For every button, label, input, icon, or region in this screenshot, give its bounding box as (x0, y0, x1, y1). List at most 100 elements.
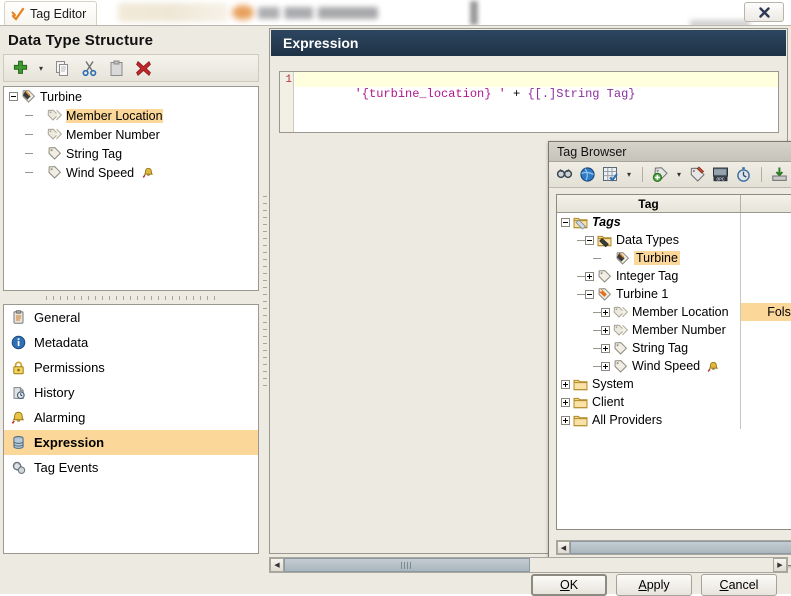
column-header-tag[interactable]: Tag (557, 195, 741, 212)
apply-button[interactable]: Apply (616, 573, 692, 596)
add-dropdown-caret-icon[interactable]: ▾ (35, 58, 47, 78)
tree-expander[interactable] (585, 289, 594, 299)
find-tag-icon[interactable] (554, 164, 575, 185)
tree-expander[interactable] (601, 343, 610, 353)
table-row[interactable]: Wind Speed1Int4 (557, 357, 791, 375)
table-row[interactable]: Client (557, 393, 791, 411)
cell-value[interactable]: 1 (741, 357, 791, 375)
tag-report-caret-icon[interactable]: ▾ (623, 165, 635, 185)
table-row[interactable]: All Providers (557, 411, 791, 429)
table-row[interactable]: Integer Tag1Int4 (557, 267, 791, 285)
cell-value[interactable] (741, 411, 791, 429)
cell-tag[interactable]: Client (557, 393, 741, 411)
vertical-splitter[interactable] (260, 26, 269, 556)
expression-pane-horizontal-scrollbar[interactable]: ◀ ▶ (269, 557, 788, 573)
cell-tag[interactable]: Integer Tag (557, 267, 741, 285)
scroll-thumb[interactable] (570, 541, 791, 554)
tree-item-member-location[interactable]: Member Location (4, 106, 258, 125)
cell-tag[interactable]: Member Location (557, 303, 741, 321)
paste-icon[interactable] (104, 56, 128, 80)
scroll-left-button[interactable]: ◀ (557, 541, 570, 554)
cell-tag[interactable]: Tags (557, 213, 741, 231)
tag-browser-title-bar[interactable]: Tag Browser (549, 142, 791, 162)
cell-tag[interactable]: Turbine 1 (557, 285, 741, 303)
copy-icon[interactable] (50, 56, 74, 80)
cut-icon[interactable] (77, 56, 101, 80)
table-row[interactable]: Turbine 1Turbine (557, 285, 791, 303)
scroll-thumb[interactable] (284, 558, 530, 572)
cell-value[interactable]: 1 (741, 267, 791, 285)
cell-tag[interactable]: String Tag (557, 339, 741, 357)
tree-expander[interactable] (561, 217, 570, 227)
new-tag-icon[interactable] (650, 164, 671, 185)
cell-value[interactable]: Folsom, CA This is a string value (741, 303, 791, 321)
cell-value[interactable] (741, 231, 791, 249)
cell-value[interactable] (741, 249, 791, 267)
sidebar-item-expression[interactable]: Expression (4, 430, 258, 455)
tree-expander[interactable] (585, 271, 594, 281)
table-row[interactable]: Turbine (557, 249, 791, 267)
table-row[interactable]: String TagThis is a string valueString (557, 339, 791, 357)
opc-browse-icon[interactable]: OPC (710, 164, 731, 185)
tree-expander[interactable] (601, 307, 610, 317)
tree-item-turbine[interactable]: Turbine (4, 87, 258, 106)
sidebar-item-label: Expression (34, 435, 105, 450)
edit-tag-icon[interactable] (687, 164, 708, 185)
delete-icon[interactable] (131, 56, 155, 80)
tag-browser-horizontal-scrollbar[interactable]: ◀ ▶ (556, 540, 791, 555)
expression-editor[interactable]: 1 '{turbine_location} ' + {[.]String Tag… (279, 71, 779, 133)
cell-tag[interactable]: Wind Speed (557, 357, 741, 375)
tag-editor-category-list[interactable]: General Metadata Permissions History Alarmin… (3, 304, 259, 554)
new-tag-caret-icon[interactable]: ▾ (673, 165, 685, 185)
table-row[interactable]: Tags (557, 213, 791, 231)
tree-item-wind-speed[interactable]: Wind Speed (4, 163, 258, 182)
table-row[interactable]: Member Number1Int4 (557, 321, 791, 339)
ok-button[interactable]: OK (531, 573, 607, 596)
tree-expander[interactable] (561, 379, 570, 389)
table-row[interactable]: Data Types (557, 231, 791, 249)
sidebar-item-history[interactable]: History (4, 380, 258, 405)
tree-expander[interactable] (561, 397, 570, 407)
tree-expander[interactable] (601, 361, 610, 371)
sidebar-item-alarming[interactable]: Alarming (4, 405, 258, 430)
cell-value[interactable] (741, 213, 791, 231)
tag-diagnostics-icon[interactable] (733, 164, 754, 185)
tree-expander[interactable] (561, 415, 570, 425)
tree-expander[interactable] (601, 325, 610, 335)
tag-browser-table[interactable]: Tag Value Data Type Tags Data Types Turbin… (556, 194, 791, 530)
sidebar-item-general[interactable]: General (4, 305, 258, 330)
table-row[interactable]: System (557, 375, 791, 393)
sidebar-item-permissions[interactable]: Permissions (4, 355, 258, 380)
scroll-left-button[interactable]: ◀ (270, 558, 284, 572)
cell-tag[interactable]: Data Types (557, 231, 741, 249)
tag-report-icon[interactable] (600, 164, 621, 185)
add-icon[interactable] (8, 56, 32, 80)
cell-tag[interactable]: Turbine (557, 249, 741, 267)
tab-tag-editor[interactable]: Tag Editor (4, 1, 98, 25)
cell-value[interactable]: 1 (741, 321, 791, 339)
cell-value[interactable] (741, 285, 791, 303)
column-header-value[interactable]: Value (741, 195, 791, 212)
cell-value[interactable]: This is a string value (741, 339, 791, 357)
cancel-button[interactable]: Cancel (701, 573, 777, 596)
cell-value[interactable] (741, 375, 791, 393)
table-row[interactable]: Member Location Folsom, CA This is a stri… (557, 303, 791, 321)
cell-tag[interactable]: Member Number (557, 321, 741, 339)
expression-code-line[interactable]: '{turbine_location} ' + {[.]String Tag} (295, 72, 778, 101)
window-close-button[interactable] (744, 2, 784, 22)
sidebar-item-metadata[interactable]: Metadata (4, 330, 258, 355)
cell-value[interactable] (741, 393, 791, 411)
tree-item-member-number[interactable]: Member Number (4, 125, 258, 144)
tag-browser-title-label: Tag Browser (557, 144, 627, 159)
tag-provider-icon[interactable] (577, 164, 598, 185)
tree-item-string-tag[interactable]: String Tag (4, 144, 258, 163)
cell-tag[interactable]: System (557, 375, 741, 393)
horizontal-splitter[interactable] (3, 294, 259, 302)
cell-tag[interactable]: All Providers (557, 411, 741, 429)
scroll-right-button[interactable]: ▶ (773, 558, 787, 572)
sidebar-item-tag-events[interactable]: Tag Events (4, 455, 258, 480)
tree-expander[interactable] (9, 92, 18, 101)
data-type-structure-tree[interactable]: Turbine Member Location Member Number Strin… (3, 86, 259, 291)
import-tags-icon[interactable] (769, 164, 790, 185)
tree-expander[interactable] (585, 235, 594, 245)
